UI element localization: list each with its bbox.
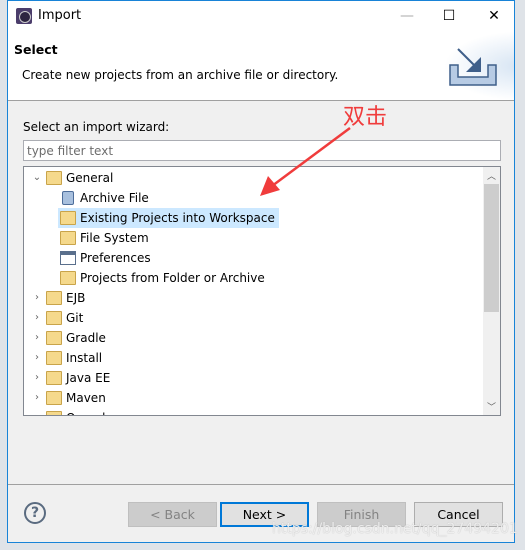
annotation-arrow [260,126,351,196]
annotation-text: 双击 [343,105,388,130]
watermark: https://blog.csdn.net/qq_27494201 [272,521,518,537]
